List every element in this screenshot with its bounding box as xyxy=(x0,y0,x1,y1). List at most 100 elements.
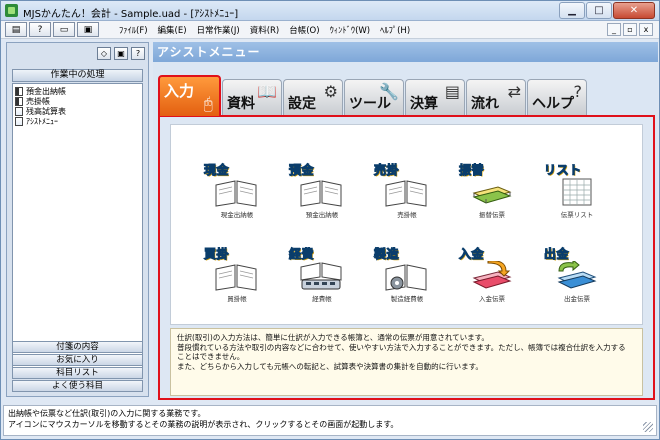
close-button[interactable]: ✕ xyxy=(613,2,655,19)
item-caption: 入金伝票 xyxy=(479,295,505,303)
receivables-ledger-item[interactable]: 売掛 売掛帳 xyxy=(371,161,443,221)
tab-closing[interactable]: 決算 ▤ xyxy=(405,79,465,115)
menu-file[interactable]: ﾌｧｲﾙ(F) xyxy=(119,24,148,36)
function-grid: 現金 現金出納帳 預金 預金出納帳 売掛 売掛帳 振替 振替伝票 リスト 伝票リ… xyxy=(170,124,643,325)
input-tab-content: 現金 現金出納帳 預金 預金出納帳 売掛 売掛帳 振替 振替伝票 リスト 伝票リ… xyxy=(158,115,655,400)
status-line-2: アイコンにマウスカーソルを移動するとその業務の説明が表示され、クリックするとその… xyxy=(8,420,399,429)
menu-reports[interactable]: 資料(R) xyxy=(250,24,280,36)
window-title: MJSかんたん！会計 - Sample.uad - [ｱｼｽﾄﾒﾆｭｰ] xyxy=(23,9,239,20)
item-caption: 経費帳 xyxy=(312,295,332,303)
receipt-slip-item[interactable]: 入金 入金伝票 xyxy=(456,245,528,305)
book-icon: 📖 xyxy=(257,82,277,101)
status-bar: 出納帳や伝票など仕訳(取引)の入力に関する業務です。 アイコンにマウスカーソルを… xyxy=(3,405,657,436)
tab-label: 決算 xyxy=(410,96,438,112)
sticky-notes-button[interactable]: 付箋の内容 xyxy=(12,341,143,353)
account-list-button[interactable]: 科目リスト xyxy=(12,367,143,379)
help-icon[interactable]: ? xyxy=(131,47,145,60)
app-window: MJSかんたん！会計 - Sample.uad - [ｱｼｽﾄﾒﾆｭｰ] ▁ □… xyxy=(0,0,660,440)
slip-stack-icon xyxy=(472,186,512,204)
list-item-label: ｱｼｽﾄﾒﾆｭｰ xyxy=(26,116,58,126)
toolbar-window-button[interactable]: ▭ xyxy=(53,22,75,37)
menu-window[interactable]: ｳｨﾝﾄﾞｳ(W) xyxy=(330,24,371,36)
tab-input[interactable]: 入力 🖰 xyxy=(158,75,221,116)
item-title: リスト xyxy=(544,163,582,178)
item-caption: 買掛帳 xyxy=(227,295,247,303)
description-line: 普段慣れている方法や取引の内容などに合わせて、使いやすい方法で入力することができ… xyxy=(177,342,626,352)
item-title: 現金 xyxy=(203,163,230,178)
item-caption: 伝票リスト xyxy=(560,211,594,219)
mdi-minimize-button[interactable]: _ xyxy=(607,23,621,36)
receipt-slip-icon xyxy=(472,261,512,289)
tab-tools[interactable]: ツール 🔧 xyxy=(344,79,404,115)
resize-grip-icon[interactable] xyxy=(643,422,653,432)
train-book-icon xyxy=(300,262,342,290)
menu-daily[interactable]: 日常作業(J) xyxy=(197,24,240,36)
menu-edit[interactable]: 編集(E) xyxy=(158,24,187,36)
gear-book-icon xyxy=(385,264,427,291)
item-title: 出金 xyxy=(543,247,570,262)
item-caption: 預金出納帳 xyxy=(305,211,339,219)
mouse-icon: 🖰 xyxy=(203,94,213,113)
payment-slip-item[interactable]: 出金 出金伝票 xyxy=(541,245,613,305)
item-title: 製造 xyxy=(373,247,400,262)
open-book-icon xyxy=(215,180,257,207)
tab-reports[interactable]: 資料 📖 xyxy=(222,79,282,115)
description-line: 仕訳(取引)の入力方法は、簡単に仕訳が入力できる帳簿と、通常の伝票が用意されてい… xyxy=(177,333,489,342)
maximize-button[interactable]: □ xyxy=(586,2,612,19)
list-item[interactable]: 残高試算表 xyxy=(15,106,140,116)
open-book-icon xyxy=(215,264,257,291)
tab-label: 資料 xyxy=(227,96,255,112)
left-panel: ◇ ▣ ? 作業中の処理 預金出納帳 売掛帳 残高試算表 ｱｼｽﾄﾒﾆｭｰ 付箋… xyxy=(6,42,149,397)
toolbar-help-button[interactable]: ? xyxy=(29,22,51,37)
expense-ledger-item[interactable]: 経費 経費帳 xyxy=(286,245,358,305)
tab-flow[interactable]: 流れ ⇄ xyxy=(466,79,526,115)
item-caption: 売掛帳 xyxy=(397,211,417,219)
item-title: 振替 xyxy=(458,163,485,178)
item-title: 入金 xyxy=(458,247,485,262)
tab-label: 入力 xyxy=(164,82,195,100)
status-line-1: 出納帳や伝票など仕訳(取引)の入力に関する業務です。 xyxy=(8,409,206,418)
item-title: 預金 xyxy=(288,163,315,178)
favorites-button[interactable]: お気に入り xyxy=(12,354,143,366)
description-line: また、どちらから入力しても元帳への転記と、試算表や決算書の集計を自動的に行います… xyxy=(177,361,483,371)
assist-menu: アシストメニュー 入力 🖰 資料 📖 設定 ⚙ ツール 🔧 決算 ▤ 流れ ⇄ … xyxy=(153,42,658,400)
menu-help[interactable]: ﾍﾙﾌﾟ(H) xyxy=(380,24,410,36)
menu-icon xyxy=(15,116,23,126)
description-line: ことはできません。 xyxy=(177,352,245,361)
list-item[interactable]: 売掛帳 xyxy=(15,96,140,106)
slip-list-item[interactable]: リスト 伝票リスト xyxy=(541,161,613,221)
work-in-progress-list: 預金出納帳 売掛帳 残高試算表 ｱｼｽﾄﾒﾆｭｰ xyxy=(12,83,143,379)
sticky-note-icon[interactable]: ◇ xyxy=(97,47,111,60)
description-box: 仕訳(取引)の入力方法は、簡単に仕訳が入力できる帳簿と、通常の伝票が用意されてい… xyxy=(170,328,643,396)
open-book-icon xyxy=(300,180,342,207)
page-title: アシストメニュー xyxy=(153,42,658,62)
work-in-progress-heading: 作業中の処理 xyxy=(12,69,143,82)
item-title: 経費 xyxy=(288,247,315,262)
report-icon xyxy=(15,106,23,116)
bookmark-icon[interactable]: ▣ xyxy=(114,47,128,60)
toolbar-list-button[interactable]: ▤ xyxy=(5,22,27,37)
payables-ledger-item[interactable]: 買掛 買掛帳 xyxy=(201,245,273,305)
mdi-close-button[interactable]: x xyxy=(639,23,653,36)
list-item[interactable]: ｱｼｽﾄﾒﾆｭｰ xyxy=(15,116,140,126)
tab-bar: 入力 🖰 資料 📖 設定 ⚙ ツール 🔧 決算 ▤ 流れ ⇄ ヘルプ ? xyxy=(158,75,658,116)
menu-items: ﾌｧｲﾙ(F) 編集(E) 日常作業(J) 資料(R) 台帳(O) ｳｨﾝﾄﾞｳ… xyxy=(119,24,410,36)
toolbar-print-button[interactable]: ▣ xyxy=(77,22,99,37)
tab-help[interactable]: ヘルプ ? xyxy=(527,79,587,115)
transfer-slip-item[interactable]: 振替 振替伝票 xyxy=(456,161,528,221)
app-logo-icon xyxy=(5,4,18,17)
menu-ledger[interactable]: 台帳(O) xyxy=(289,24,319,36)
item-title: 売掛 xyxy=(373,163,400,178)
mdi-restore-button[interactable]: ▫ xyxy=(623,23,637,36)
list-item[interactable]: 預金出納帳 xyxy=(15,86,140,96)
open-book-icon xyxy=(385,180,427,207)
manufacturing-ledger-item[interactable]: 製造 製造経費帳 xyxy=(371,245,443,305)
menu-bar: ▤ ? ▭ ▣ ﾌｧｲﾙ(F) 編集(E) 日常作業(J) 資料(R) 台帳(O… xyxy=(1,21,659,39)
cash-ledger-item[interactable]: 現金 現金出納帳 xyxy=(201,161,273,221)
tab-label: 流れ xyxy=(471,96,499,112)
deposit-ledger-item[interactable]: 預金 預金出納帳 xyxy=(286,161,358,221)
minimize-button[interactable]: ▁ xyxy=(559,2,585,19)
item-caption: 出金伝票 xyxy=(564,295,590,303)
tab-settings[interactable]: 設定 ⚙ xyxy=(283,79,343,115)
frequent-accounts-button[interactable]: よく使う科目 xyxy=(12,380,143,392)
